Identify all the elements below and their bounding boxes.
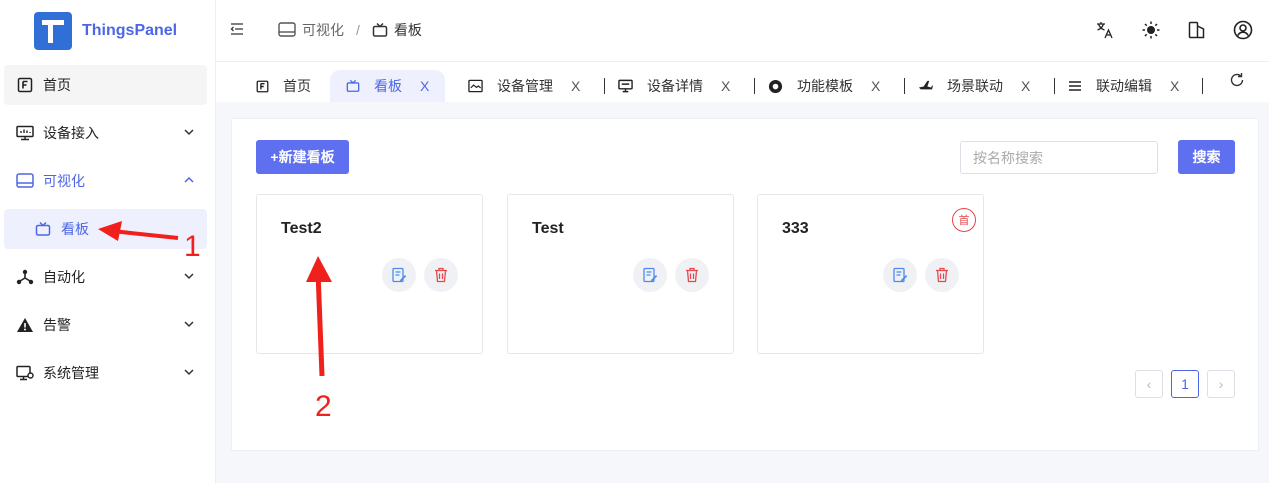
annotation-label-2: 2 (315, 390, 332, 423)
annotation-arrow-1 (111, 229, 179, 240)
annotation-arrow-2 (315, 271, 325, 377)
annotation-arrowhead-2 (306, 256, 332, 282)
annotation-arrowhead-1 (98, 221, 122, 241)
annotation-label-1: 1 (184, 230, 201, 263)
app-root: ThingsPanel 首页 设备接入 可视化 看板 自动化 告警 系统管理 可… (0, 0, 1269, 483)
